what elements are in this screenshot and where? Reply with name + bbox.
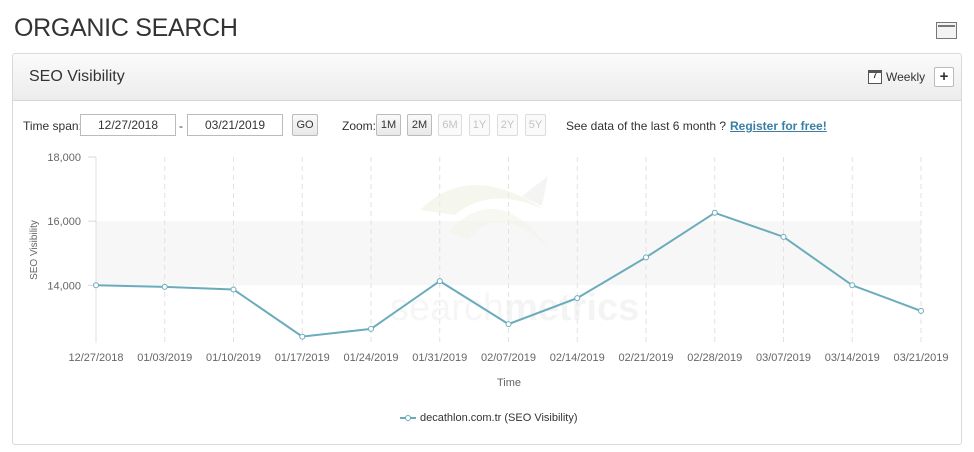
- y-axis-title: SEO Visibility: [29, 220, 40, 280]
- x-tick-label: 01/10/2019: [206, 352, 261, 364]
- watermark-search: search: [390, 287, 504, 329]
- data-point: [505, 321, 512, 328]
- data-point: [93, 282, 99, 289]
- x-tick-label: 02/21/2019: [618, 352, 673, 364]
- x-tick-label: 03/14/2019: [825, 352, 880, 364]
- data-point: [299, 333, 306, 340]
- x-tick-label: 01/03/2019: [137, 352, 192, 364]
- x-tick-label: 01/31/2019: [412, 352, 467, 364]
- legend-series-marker: [400, 414, 416, 422]
- data-point: [161, 283, 168, 290]
- x-tick-label: 02/14/2019: [550, 352, 605, 364]
- data-point: [574, 295, 581, 302]
- y-tick-label: 18,000: [47, 152, 81, 164]
- x-tick-label: 01/24/2019: [343, 352, 398, 364]
- seo-visibility-chart: searchmetrics 12/27/2018 01/03/2019 01/10/…: [29, 152, 949, 389]
- data-point: [780, 233, 787, 240]
- x-tick-label: 12/27/2018: [68, 352, 123, 364]
- data-point: [711, 209, 718, 216]
- chart-legend[interactable]: decathlon.com.tr (SEO Visibility): [400, 412, 578, 424]
- y-tick-label: 14,000: [47, 280, 81, 292]
- data-point: [918, 307, 924, 314]
- data-point: [849, 282, 856, 289]
- y-tick-label: 16,000: [47, 216, 81, 228]
- data-point: [230, 286, 237, 293]
- data-point: [436, 278, 443, 285]
- watermark-metrics: metrics: [504, 287, 639, 329]
- data-point: [643, 254, 649, 261]
- legend-series-label: decathlon.com.tr (SEO Visibility): [420, 412, 578, 424]
- x-tick-label: 01/17/2019: [275, 352, 330, 364]
- x-axis-title: Time: [497, 377, 521, 389]
- data-point: [368, 325, 374, 332]
- x-tick-label: 02/07/2019: [481, 352, 536, 364]
- x-tick-label: 03/21/2019: [893, 352, 948, 364]
- x-tick-label: 03/07/2019: [756, 352, 811, 364]
- x-tick-label: 02/28/2019: [687, 352, 742, 364]
